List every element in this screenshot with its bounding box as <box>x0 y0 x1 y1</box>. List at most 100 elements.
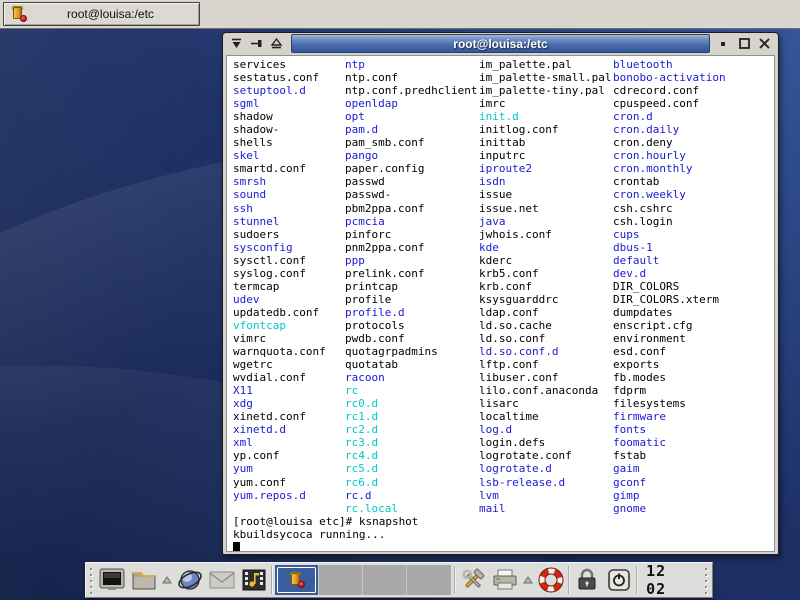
home-folder-icon[interactable] <box>130 565 159 595</box>
file-entry: cron.deny <box>613 136 726 149</box>
expand-arrow-icon[interactable] <box>161 565 173 595</box>
tools-icon[interactable] <box>458 565 487 595</box>
file-entry: fonts <box>613 423 726 436</box>
panel-clock[interactable]: 12 02 <box>640 562 700 598</box>
file-entry: krb5.conf <box>479 267 611 280</box>
file-entry: xdg <box>233 397 326 410</box>
file-entry: ntp.conf.predhclient <box>345 84 477 97</box>
file-entry: bluetooth <box>613 58 726 71</box>
file-entry: wvdial.conf <box>233 371 326 384</box>
file-entry: lisarc <box>479 397 611 410</box>
file-entry: pinforc <box>345 228 477 241</box>
file-entry: rc0.d <box>345 397 477 410</box>
file-entry: vfontcap <box>233 319 326 332</box>
file-entry: log.d <box>479 423 611 436</box>
file-entry: csh.cshrc <box>613 202 726 215</box>
expand-arrow-icon[interactable] <box>522 565 534 595</box>
panel-separator <box>454 566 455 594</box>
eject-icon[interactable] <box>269 36 284 51</box>
help-lifebuoy-icon[interactable] <box>537 565 566 595</box>
menu-triangle-icon[interactable] <box>229 36 244 51</box>
file-entry: gaim <box>613 462 726 475</box>
file-entry: im_palette-tiny.pal <box>479 84 611 97</box>
minimize-button[interactable] <box>717 36 732 51</box>
panel-separator <box>636 566 637 594</box>
browser-globe-icon[interactable] <box>176 565 205 595</box>
file-entry: esd.conf <box>613 345 726 358</box>
file-entry: sgml <box>233 97 326 110</box>
file-entry: lvm <box>479 489 611 502</box>
file-entry: rc1.d <box>345 410 477 423</box>
file-entry: enscript.cfg <box>613 319 726 332</box>
terminal-cursor <box>233 542 240 552</box>
file-entry: DIR_COLORS <box>613 280 726 293</box>
file-entry: krb.conf <box>479 280 611 293</box>
file-entry: init.d <box>479 110 611 123</box>
file-entry: prelink.conf <box>345 267 477 280</box>
file-entry: im_palette.pal <box>479 58 611 71</box>
file-entry: kderc <box>479 254 611 267</box>
file-entry: ld.so.conf.d <box>479 345 611 358</box>
file-entry: csh.login <box>613 215 726 228</box>
file-entry: pbm2ppa.conf <box>345 202 477 215</box>
pin-icon[interactable] <box>249 36 264 51</box>
lock-icon[interactable] <box>572 565 601 595</box>
mail-envelope-icon[interactable] <box>208 565 237 595</box>
terminal-window: root@louisa:/etc servicessestatus.confse… <box>222 32 779 555</box>
close-button[interactable] <box>757 36 772 51</box>
file-entry: cpuspeed.conf <box>613 97 726 110</box>
file-entry: termcap <box>233 280 326 293</box>
file-entry: kde <box>479 241 611 254</box>
file-entry: isdn <box>479 175 611 188</box>
file-entry: java <box>479 215 611 228</box>
file-entry: updatedb.conf <box>233 306 326 319</box>
titlebar[interactable]: root@louisa:/etc <box>223 33 778 54</box>
panel-grip-right[interactable] <box>703 566 710 594</box>
file-entry: printcap <box>345 280 477 293</box>
file-entry: rc6.d <box>345 476 477 489</box>
file-entry: smrsh <box>233 175 326 188</box>
file-entry: sysconfig <box>233 241 326 254</box>
file-entry: xml <box>233 436 326 449</box>
konsole-icon <box>10 5 28 23</box>
terminal-monitor-icon[interactable] <box>98 565 127 595</box>
panel-grip-left[interactable] <box>88 566 95 594</box>
file-entry: cups <box>613 228 726 241</box>
file-entry: jwhois.conf <box>479 228 611 241</box>
file-entry: foomatic <box>613 436 726 449</box>
taskbar-window-button[interactable]: root@louisa:/etc <box>3 2 200 26</box>
file-entry: shadow- <box>233 123 326 136</box>
task-slot-empty <box>363 565 407 595</box>
file-entry: imrc <box>479 97 611 110</box>
file-entry: logrotate.d <box>479 462 611 475</box>
file-entry: dev.d <box>613 267 726 280</box>
file-entry: pango <box>345 149 477 162</box>
file-entry: logrotate.conf <box>479 449 611 462</box>
task-slot-konsole[interactable] <box>275 565 319 595</box>
file-entry: issue.net <box>479 202 611 215</box>
file-entry: sysctl.conf <box>233 254 326 267</box>
printer-icon[interactable] <box>490 565 519 595</box>
file-entry: bonobo-activation <box>613 71 726 84</box>
file-entry: sudoers <box>233 228 326 241</box>
titlebar-right-buttons <box>711 33 778 54</box>
file-entry: localtime <box>479 410 611 423</box>
terminal-content[interactable]: servicessestatus.confsetuptool.dsgmlshad… <box>226 55 775 552</box>
power-icon[interactable] <box>604 565 633 595</box>
file-entry: vimrc <box>233 332 326 345</box>
file-entry: rc3.d <box>345 436 477 449</box>
maximize-button[interactable] <box>737 36 752 51</box>
file-entry: ppp <box>345 254 477 267</box>
file-entry: ssh <box>233 202 326 215</box>
file-entry: lsb-release.d <box>479 476 611 489</box>
file-entry: pcmcia <box>345 215 477 228</box>
shell-prompt-line: [root@louisa etc]# ksnapshot <box>233 515 418 528</box>
file-entry: openldap <box>345 97 477 110</box>
file-entry: login.defs <box>479 436 611 449</box>
multimedia-film-icon[interactable] <box>240 565 269 595</box>
file-entry: rc4.d <box>345 449 477 462</box>
file-entry: skel <box>233 149 326 162</box>
file-entry: default <box>613 254 726 267</box>
file-entry: ntp.conf <box>345 71 477 84</box>
file-entry: pam.d <box>345 123 477 136</box>
